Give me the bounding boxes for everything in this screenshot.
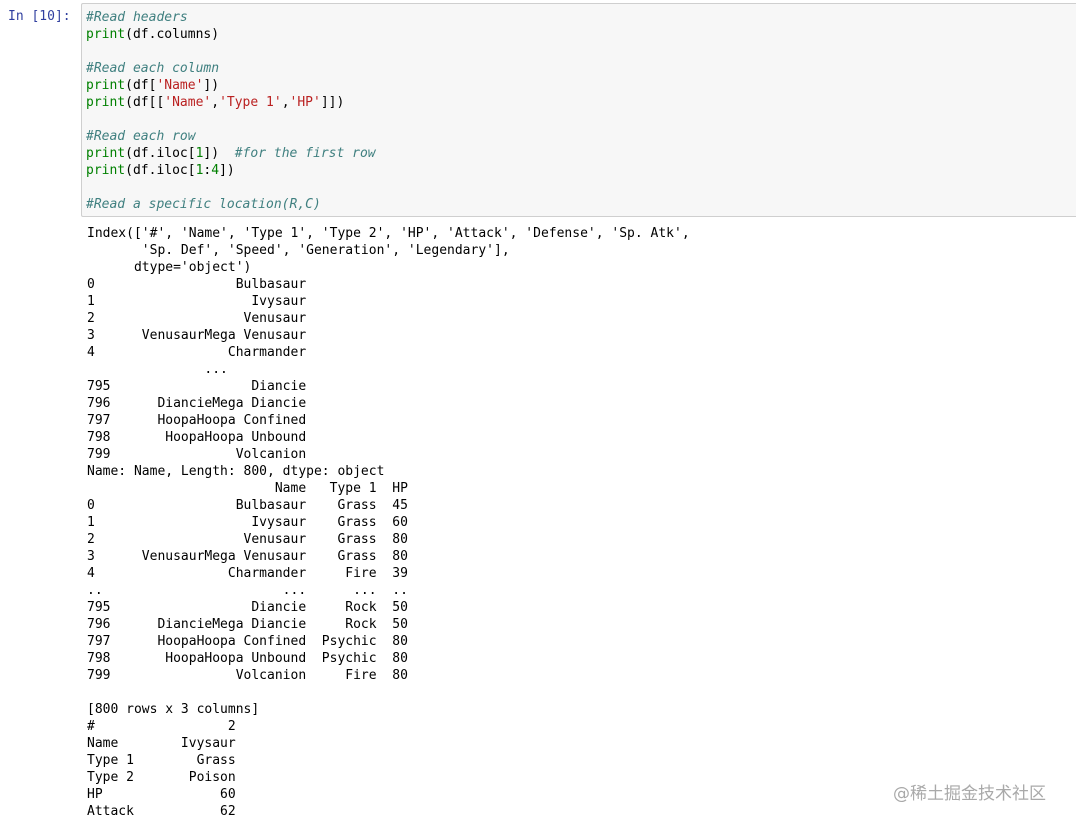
- output-line: 2 Venusaur: [87, 311, 307, 326]
- output-line: 797 HoopaHoopa Confined: [87, 413, 307, 428]
- output-line: 1 Ivysaur: [87, 294, 307, 309]
- output-line: 2 Venusaur Grass 80: [87, 532, 408, 547]
- code-line: print(df.iloc[1:4]): [86, 163, 235, 178]
- code-line: print(df[['Name','Type 1','HP']]): [86, 95, 345, 110]
- output-line: Type 1 Grass: [87, 753, 236, 768]
- code-line: #Read a specific location(R,C): [86, 197, 321, 212]
- code-line: print(df.columns): [86, 27, 220, 42]
- cell-input-prompt: In [10]:: [8, 9, 71, 24]
- output-line: 795 Diancie: [87, 379, 307, 394]
- code-line: #Read each row: [86, 129, 196, 144]
- output-line: # 2: [87, 719, 236, 734]
- output-line: 3 VenusaurMega Venusaur: [87, 328, 307, 343]
- watermark: @稀土掘金技术社区: [893, 784, 1046, 804]
- output-line: 796 DiancieMega Diancie: [87, 396, 307, 411]
- output-line: .. ... ... ..: [87, 583, 408, 598]
- code-cell-editor[interactable]: #Read headers print(df.columns) #Read ea…: [81, 3, 1076, 217]
- cell-output-area: Index(['#', 'Name', 'Type 1', 'Type 2', …: [87, 225, 1067, 823]
- output-line: 797 HoopaHoopa Confined Psychic 80: [87, 634, 408, 649]
- output-line: Name: Name, Length: 800, dtype: object: [87, 464, 385, 479]
- output-line: 796 DiancieMega Diancie Rock 50: [87, 617, 408, 632]
- output-line: Attack 62: [87, 804, 236, 819]
- output-line: Name Ivysaur: [87, 736, 236, 751]
- output-line: ...: [87, 362, 228, 377]
- output-line: 799 Volcanion: [87, 447, 307, 462]
- output-line: 798 HoopaHoopa Unbound Psychic 80: [87, 651, 408, 666]
- code-line: #Read headers: [86, 10, 188, 25]
- output-line: Index(['#', 'Name', 'Type 1', 'Type 2', …: [87, 226, 690, 241]
- output-line: 1 Ivysaur Grass 60: [87, 515, 408, 530]
- output-line: 0 Bulbasaur Grass 45: [87, 498, 408, 513]
- output-line: 795 Diancie Rock 50: [87, 600, 408, 615]
- output-line: [800 rows x 3 columns]: [87, 702, 260, 717]
- output-line: 4 Charmander: [87, 345, 307, 360]
- output-line: 4 Charmander Fire 39: [87, 566, 408, 581]
- output-line: Name Type 1 HP: [87, 481, 408, 496]
- output-line: 799 Volcanion Fire 80: [87, 668, 408, 683]
- output-line: dtype='object'): [87, 260, 252, 275]
- output-line: 'Sp. Def', 'Speed', 'Generation', 'Legen…: [87, 243, 510, 258]
- output-line: 798 HoopaHoopa Unbound: [87, 430, 307, 445]
- code-line: print(df['Name']): [86, 78, 220, 93]
- code-line: print(df.iloc[1]) #for the first row: [86, 146, 376, 161]
- code-line: #Read each column: [86, 61, 220, 76]
- output-line: 3 VenusaurMega Venusaur Grass 80: [87, 549, 408, 564]
- output-line: 0 Bulbasaur: [87, 277, 307, 292]
